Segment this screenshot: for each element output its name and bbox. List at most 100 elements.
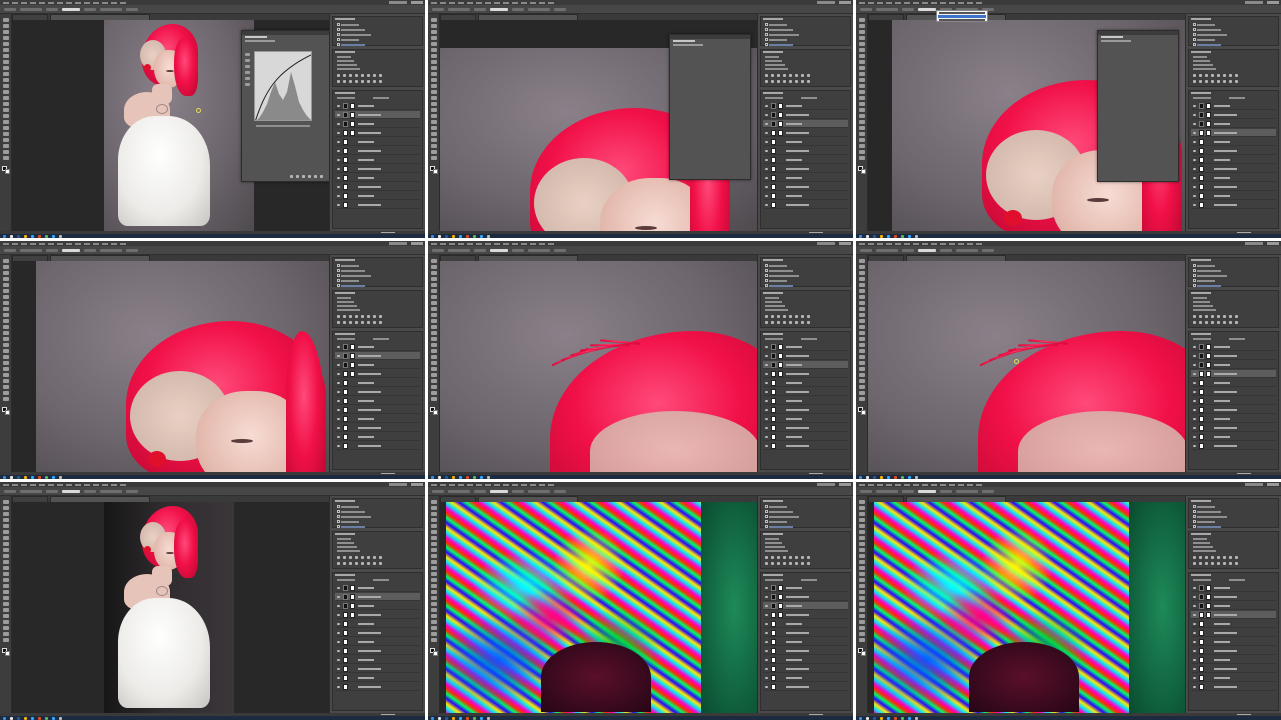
tool-icon[interactable] [3, 277, 9, 281]
menu-item[interactable] [958, 1, 964, 4]
adjustment-icon[interactable] [1217, 315, 1220, 318]
layer-row[interactable] [763, 593, 848, 601]
tool-icon[interactable] [859, 361, 865, 365]
tool-icon[interactable] [859, 144, 865, 148]
adjustment-icon[interactable] [1235, 556, 1238, 559]
visibility-eye-icon[interactable] [1193, 668, 1196, 670]
tool-icon[interactable] [3, 66, 9, 70]
curves-histogram[interactable] [254, 51, 312, 121]
tool-icon[interactable] [859, 548, 865, 552]
tool-icon[interactable] [859, 542, 865, 546]
tool-icon[interactable] [3, 156, 9, 160]
tool-icon[interactable] [3, 536, 9, 540]
history-step[interactable] [341, 29, 365, 31]
adjustment-icon[interactable] [1193, 562, 1196, 565]
layer-row[interactable] [1191, 424, 1276, 432]
visibility-eye-icon[interactable] [765, 195, 768, 197]
layer-row[interactable] [763, 665, 848, 673]
tool-icon[interactable] [431, 42, 437, 46]
taskbar-app-icon[interactable] [31, 234, 34, 238]
tool-icon[interactable] [859, 84, 865, 88]
adjustment-icon[interactable] [1217, 562, 1220, 565]
history-step[interactable] [769, 29, 793, 31]
taskbar-app-icon[interactable] [38, 716, 41, 720]
layer-row[interactable] [335, 442, 420, 450]
adjustment-icon[interactable] [1211, 321, 1214, 324]
adjustment-icon[interactable] [1199, 321, 1202, 324]
history-step[interactable] [341, 526, 365, 528]
tool-icon[interactable] [859, 578, 865, 582]
layer-blend-mode[interactable] [765, 579, 783, 581]
menu-item[interactable] [21, 242, 27, 245]
taskbar-app-icon[interactable] [10, 716, 13, 720]
option-control[interactable] [100, 248, 122, 252]
visibility-eye-icon[interactable] [765, 614, 768, 616]
tool-icon[interactable] [3, 512, 9, 516]
layer-row[interactable] [763, 138, 848, 146]
adjustment-icon[interactable] [379, 556, 382, 559]
visibility-eye-icon[interactable] [1193, 677, 1196, 679]
adjustment-icon[interactable] [1211, 80, 1214, 83]
taskbar-app-icon[interactable] [452, 475, 455, 479]
tool-icon[interactable] [859, 608, 865, 612]
menu-item[interactable] [485, 483, 491, 486]
visibility-eye-icon[interactable] [1193, 641, 1196, 643]
layer-row[interactable] [335, 129, 420, 137]
taskbar-app-icon[interactable] [452, 716, 455, 720]
adjustment-icon[interactable] [789, 556, 792, 559]
taskbar-app-icon[interactable] [3, 475, 6, 479]
tool-icon[interactable] [3, 518, 9, 522]
taskbar-app-icon[interactable] [17, 716, 20, 720]
tool-icon[interactable] [859, 60, 865, 64]
menu-item[interactable] [940, 483, 946, 486]
background-color-swatch[interactable] [5, 651, 10, 656]
document-canvas[interactable] [12, 502, 329, 713]
taskbar-app-icon[interactable] [480, 475, 483, 479]
tool-icon[interactable] [859, 265, 865, 269]
adjustment-icon[interactable] [777, 74, 780, 77]
tool-icon[interactable] [859, 48, 865, 52]
taskbar-app-icon[interactable] [866, 234, 869, 238]
taskbar-app-icon[interactable] [52, 716, 55, 720]
tool-icon[interactable] [859, 289, 865, 293]
adjustment-icon[interactable] [373, 556, 376, 559]
layer-opacity[interactable] [801, 338, 817, 340]
tool-icon[interactable] [859, 54, 865, 58]
tool-icon[interactable] [431, 542, 437, 546]
menu-item[interactable] [967, 483, 973, 486]
taskbar-app-icon[interactable] [866, 475, 869, 479]
panel-footer-icon[interactable] [302, 175, 305, 178]
adjustment-icon[interactable] [807, 315, 810, 318]
layer-row[interactable] [1191, 638, 1276, 646]
adjustment-icon[interactable] [343, 80, 346, 83]
visibility-eye-icon[interactable] [765, 186, 768, 188]
tool-icon[interactable] [431, 343, 437, 347]
option-control[interactable] [474, 7, 486, 11]
taskbar-app-icon[interactable] [52, 475, 55, 479]
tool-icon[interactable] [859, 319, 865, 323]
menu-item[interactable] [75, 1, 81, 4]
history-step[interactable] [769, 275, 799, 277]
tool-icon[interactable] [431, 60, 437, 64]
menu-item[interactable] [904, 483, 910, 486]
menu-item[interactable] [440, 1, 446, 4]
history-step[interactable] [1197, 39, 1215, 41]
visibility-eye-icon[interactable] [1193, 614, 1196, 616]
option-control[interactable] [876, 248, 898, 252]
panel-tool-icon[interactable] [245, 53, 250, 56]
menu-item[interactable] [895, 483, 901, 486]
tool-icon[interactable] [3, 391, 9, 395]
tool-icon[interactable] [3, 373, 9, 377]
menu-item[interactable] [931, 1, 937, 4]
taskbar-app-icon[interactable] [459, 716, 462, 720]
menu-item[interactable] [530, 242, 536, 245]
layer-row[interactable] [763, 111, 848, 119]
option-control[interactable] [490, 248, 508, 252]
menu-item[interactable] [503, 483, 509, 486]
menu-item[interactable] [877, 1, 883, 4]
option-control[interactable] [20, 489, 42, 493]
tool-icon[interactable] [859, 572, 865, 576]
history-step[interactable] [341, 44, 365, 46]
adjustment-icon[interactable] [1205, 315, 1208, 318]
visibility-eye-icon[interactable] [337, 427, 340, 429]
